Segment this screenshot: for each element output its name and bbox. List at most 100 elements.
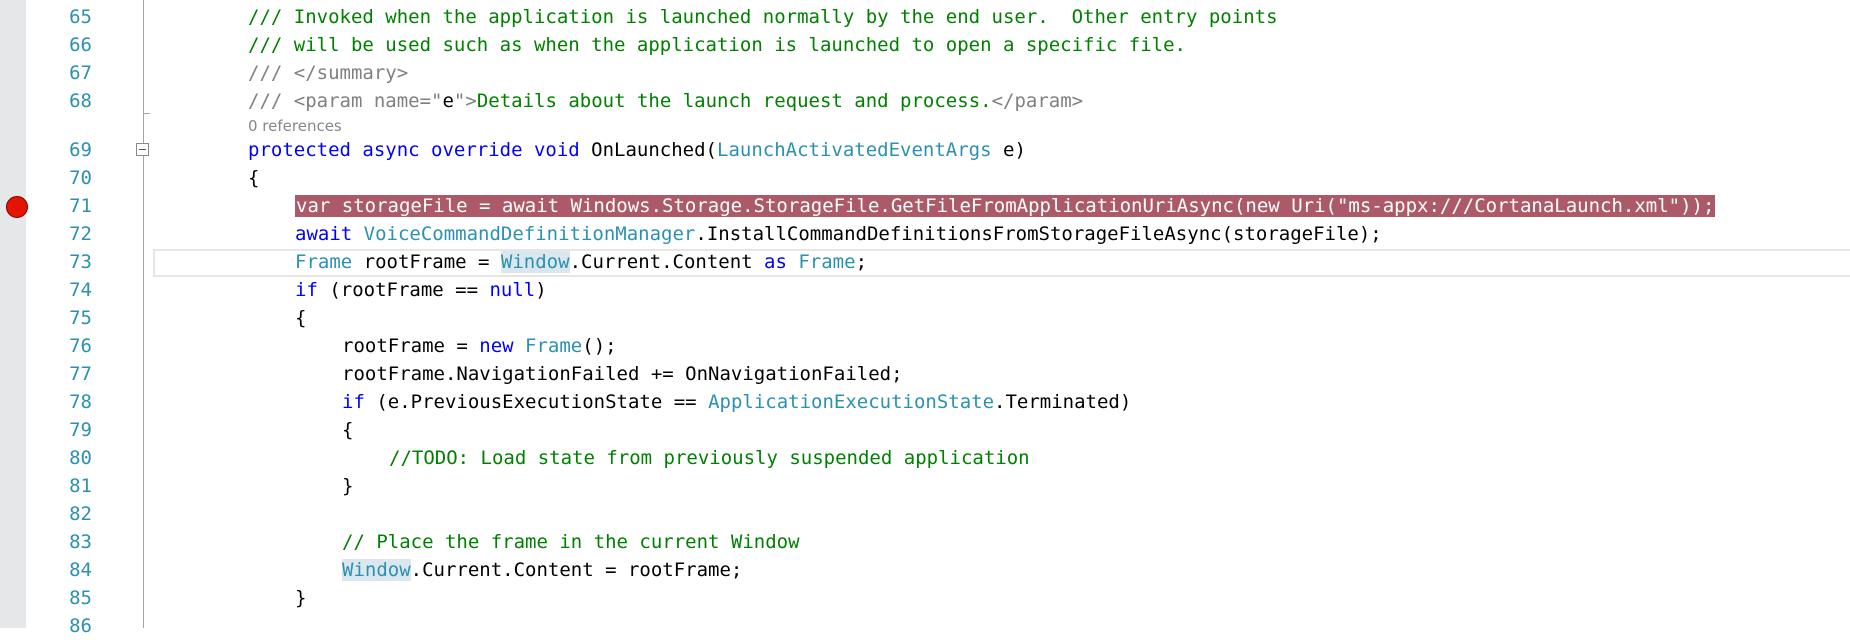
line-number: 71: [69, 195, 92, 217]
code-token: /// Invoked when the application is laun…: [248, 6, 1278, 28]
code-line-66[interactable]: 66 /// will be used such as when the appl…: [0, 31, 1850, 59]
line-number: 77: [69, 363, 92, 385]
code-line-81[interactable]: 81}: [0, 472, 1850, 500]
code-line-84[interactable]: 84 Window.Current.Content = rootFrame;: [0, 556, 1850, 584]
code-token: rootFrame.NavigationFailed += OnNavigati…: [342, 363, 903, 385]
code-text: // Place the frame in the current Window: [342, 528, 800, 556]
code-text: /// <param name="e">Details about the la…: [248, 87, 1083, 115]
line-number: 83: [69, 531, 92, 553]
code-token: {: [342, 419, 354, 441]
code-token: .Current.Content = rootFrame;: [410, 559, 743, 581]
code-token: Details about the launch request and pro…: [476, 90, 992, 112]
line-number: 78: [69, 391, 92, 413]
codelens-references[interactable]: 0 references: [248, 117, 342, 135]
code-token: {: [295, 307, 307, 329]
code-line-75[interactable]: 75 {: [0, 304, 1850, 332]
code-token: Window: [500, 251, 570, 273]
code-text: {: [248, 164, 259, 192]
line-number: 73: [69, 251, 92, 273]
line-number: 74: [69, 279, 92, 301]
code-token: new: [479, 335, 526, 357]
code-line-71[interactable]: 71 var storageFile = await Windows.Storag…: [0, 192, 1850, 220]
code-token: rootFrame =: [352, 251, 501, 273]
code-line-69[interactable]: 69 protected async override void OnLaunch…: [0, 136, 1850, 164]
code-token: {: [248, 167, 260, 189]
line-number: 70: [69, 167, 92, 189]
code-token: /// will be used such as when the applic…: [248, 34, 1186, 56]
code-text: Window.Current.Content = rootFrame;: [342, 556, 742, 584]
line-number: 75: [69, 307, 92, 329]
line-number: 68: [69, 90, 92, 112]
code-token: rootFrame =: [342, 335, 480, 357]
code-token: }: [342, 475, 354, 497]
code-token: OnLaunched(: [591, 139, 718, 161]
code-text: if (rootFrame == null): [295, 276, 547, 304]
code-text: Frame rootFrame = Window.Current.Content…: [295, 248, 867, 276]
code-token: .Current.Content: [569, 251, 765, 273]
line-number: 82: [69, 503, 92, 525]
code-token: /// <param name=": [248, 90, 443, 112]
code-text: {: [342, 416, 353, 444]
code-text: await VoiceCommandDefinitionManager.Inst…: [295, 220, 1382, 248]
code-token: as: [764, 251, 799, 273]
code-text: }: [342, 472, 353, 500]
code-line-83[interactable]: 83 // Place the frame in the current Wind…: [0, 528, 1850, 556]
code-line-72[interactable]: 72 await VoiceCommandDefinitionManager.In…: [0, 220, 1850, 248]
code-token: ): [535, 279, 547, 301]
code-token: ApplicationExecutionState: [708, 391, 995, 413]
code-line-80[interactable]: 80 //TODO: Load state from previously sus…: [0, 444, 1850, 472]
code-line-76[interactable]: 76 rootFrame = new Frame();: [0, 332, 1850, 360]
breakpoint-statement: var storageFile = await Windows.Storage.…: [295, 195, 1716, 217]
code-token: Frame: [798, 251, 856, 273]
line-number: 84: [69, 559, 92, 581]
code-token: e): [991, 139, 1026, 161]
code-line-67[interactable]: 67 /// </summary>: [0, 59, 1850, 87]
code-token: Frame: [525, 335, 583, 357]
code-token: protected async override void: [248, 139, 592, 161]
code-line-77[interactable]: 77 rootFrame.NavigationFailed += OnNaviga…: [0, 360, 1850, 388]
code-line-70[interactable]: 70 {: [0, 164, 1850, 192]
code-line-85[interactable]: 85}: [0, 584, 1850, 612]
code-text: rootFrame = new Frame();: [342, 332, 617, 360]
code-token: Frame: [295, 251, 353, 273]
code-line-79[interactable]: 79 {: [0, 416, 1850, 444]
line-number: 67: [69, 62, 92, 84]
code-editor[interactable]: 0 references 65 /// Invoked when the appl…: [0, 0, 1850, 637]
line-number: 65: [69, 6, 92, 28]
code-line-65[interactable]: 65 /// Invoked when the application is la…: [0, 3, 1850, 31]
code-token: if: [295, 279, 318, 301]
code-token: }: [295, 587, 307, 609]
code-line-78[interactable]: 78 if (e.PreviousExecutionState == Applic…: [0, 388, 1850, 416]
line-number: 66: [69, 34, 92, 56]
code-token: (rootFrame ==: [317, 279, 490, 301]
code-text: protected async override void OnLaunched…: [248, 136, 1026, 164]
line-number: 80: [69, 447, 92, 469]
line-number: 72: [69, 223, 92, 245]
code-token: //TODO: Load state from previously suspe…: [389, 447, 1030, 469]
code-token: e: [442, 90, 454, 112]
line-number: 79: [69, 419, 92, 441]
code-token: if: [342, 391, 365, 413]
code-token: // Place the frame in the current Window: [342, 531, 800, 553]
code-text: {: [295, 304, 306, 332]
code-line-73[interactable]: 73 Frame rootFrame = Window.Current.Conte…: [0, 248, 1850, 276]
code-token: null: [489, 279, 536, 301]
code-token: ;: [855, 251, 868, 273]
code-token: (e.PreviousExecutionState ==: [364, 391, 709, 413]
code-text: var storageFile = await Windows.Storage.…: [295, 192, 1716, 220]
code-token: ();: [582, 335, 617, 357]
code-text: /// </summary>: [248, 59, 408, 87]
code-token: VoiceCommandDefinitionManager: [363, 223, 696, 245]
code-line-68[interactable]: 68 /// <param name="e">Details about the …: [0, 87, 1850, 115]
code-line-82[interactable]: 82: [0, 500, 1850, 528]
line-number: 81: [69, 475, 92, 497]
code-token: ">: [453, 90, 477, 112]
code-line-86[interactable]: 86: [0, 612, 1850, 640]
code-text: /// will be used such as when the applic…: [248, 31, 1186, 59]
code-text: }: [295, 584, 306, 612]
line-number: 76: [69, 335, 92, 357]
code-token: .Terminated): [994, 391, 1132, 413]
code-line-74[interactable]: 74 if (rootFrame == null): [0, 276, 1850, 304]
code-token: await: [295, 223, 364, 245]
line-number: 85: [69, 587, 92, 609]
